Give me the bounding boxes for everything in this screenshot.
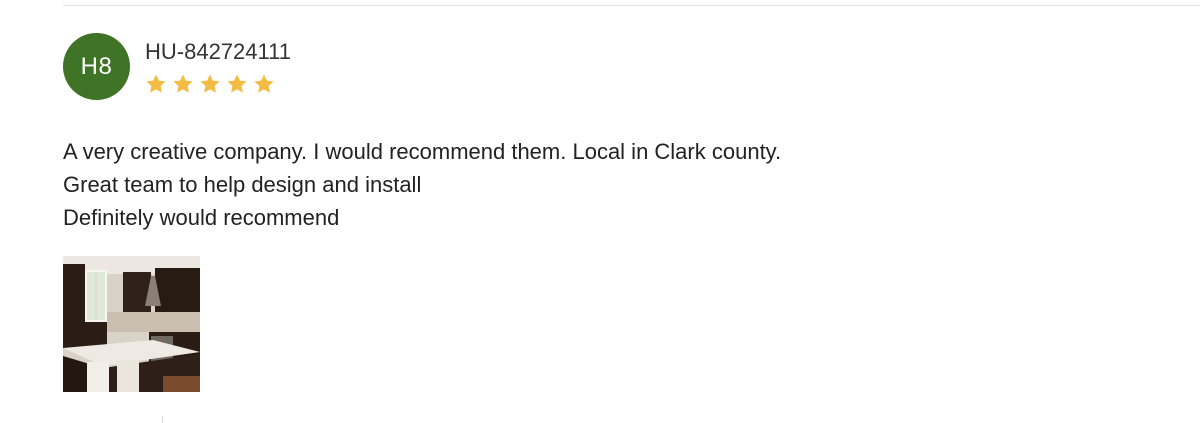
reviewer-meta: HU-842724111 <box>145 33 291 94</box>
star-icon <box>199 73 221 94</box>
bottom-tick <box>162 416 163 423</box>
review-text-line: A very creative company. I would recomme… <box>63 139 782 164</box>
review-photo-thumbnail[interactable] <box>63 256 200 392</box>
avatar: H8 <box>63 33 130 100</box>
star-rating <box>145 73 291 94</box>
review-card: H8 HU-842724111 A very creative company.… <box>63 33 1163 392</box>
kitchen-photo-icon <box>63 256 200 392</box>
star-icon <box>226 73 248 94</box>
star-icon <box>172 73 194 94</box>
review-text: A very creative company. I would recomme… <box>63 135 1163 234</box>
review-header: H8 HU-842724111 <box>63 33 1163 100</box>
review-text-line: Definitely would recommend <box>63 205 340 230</box>
reviewer-name: HU-842724111 <box>145 39 291 64</box>
review-text-line: Great team to help design and install <box>63 172 422 197</box>
star-icon <box>253 73 275 94</box>
top-divider <box>63 5 1200 6</box>
star-icon <box>145 73 167 94</box>
